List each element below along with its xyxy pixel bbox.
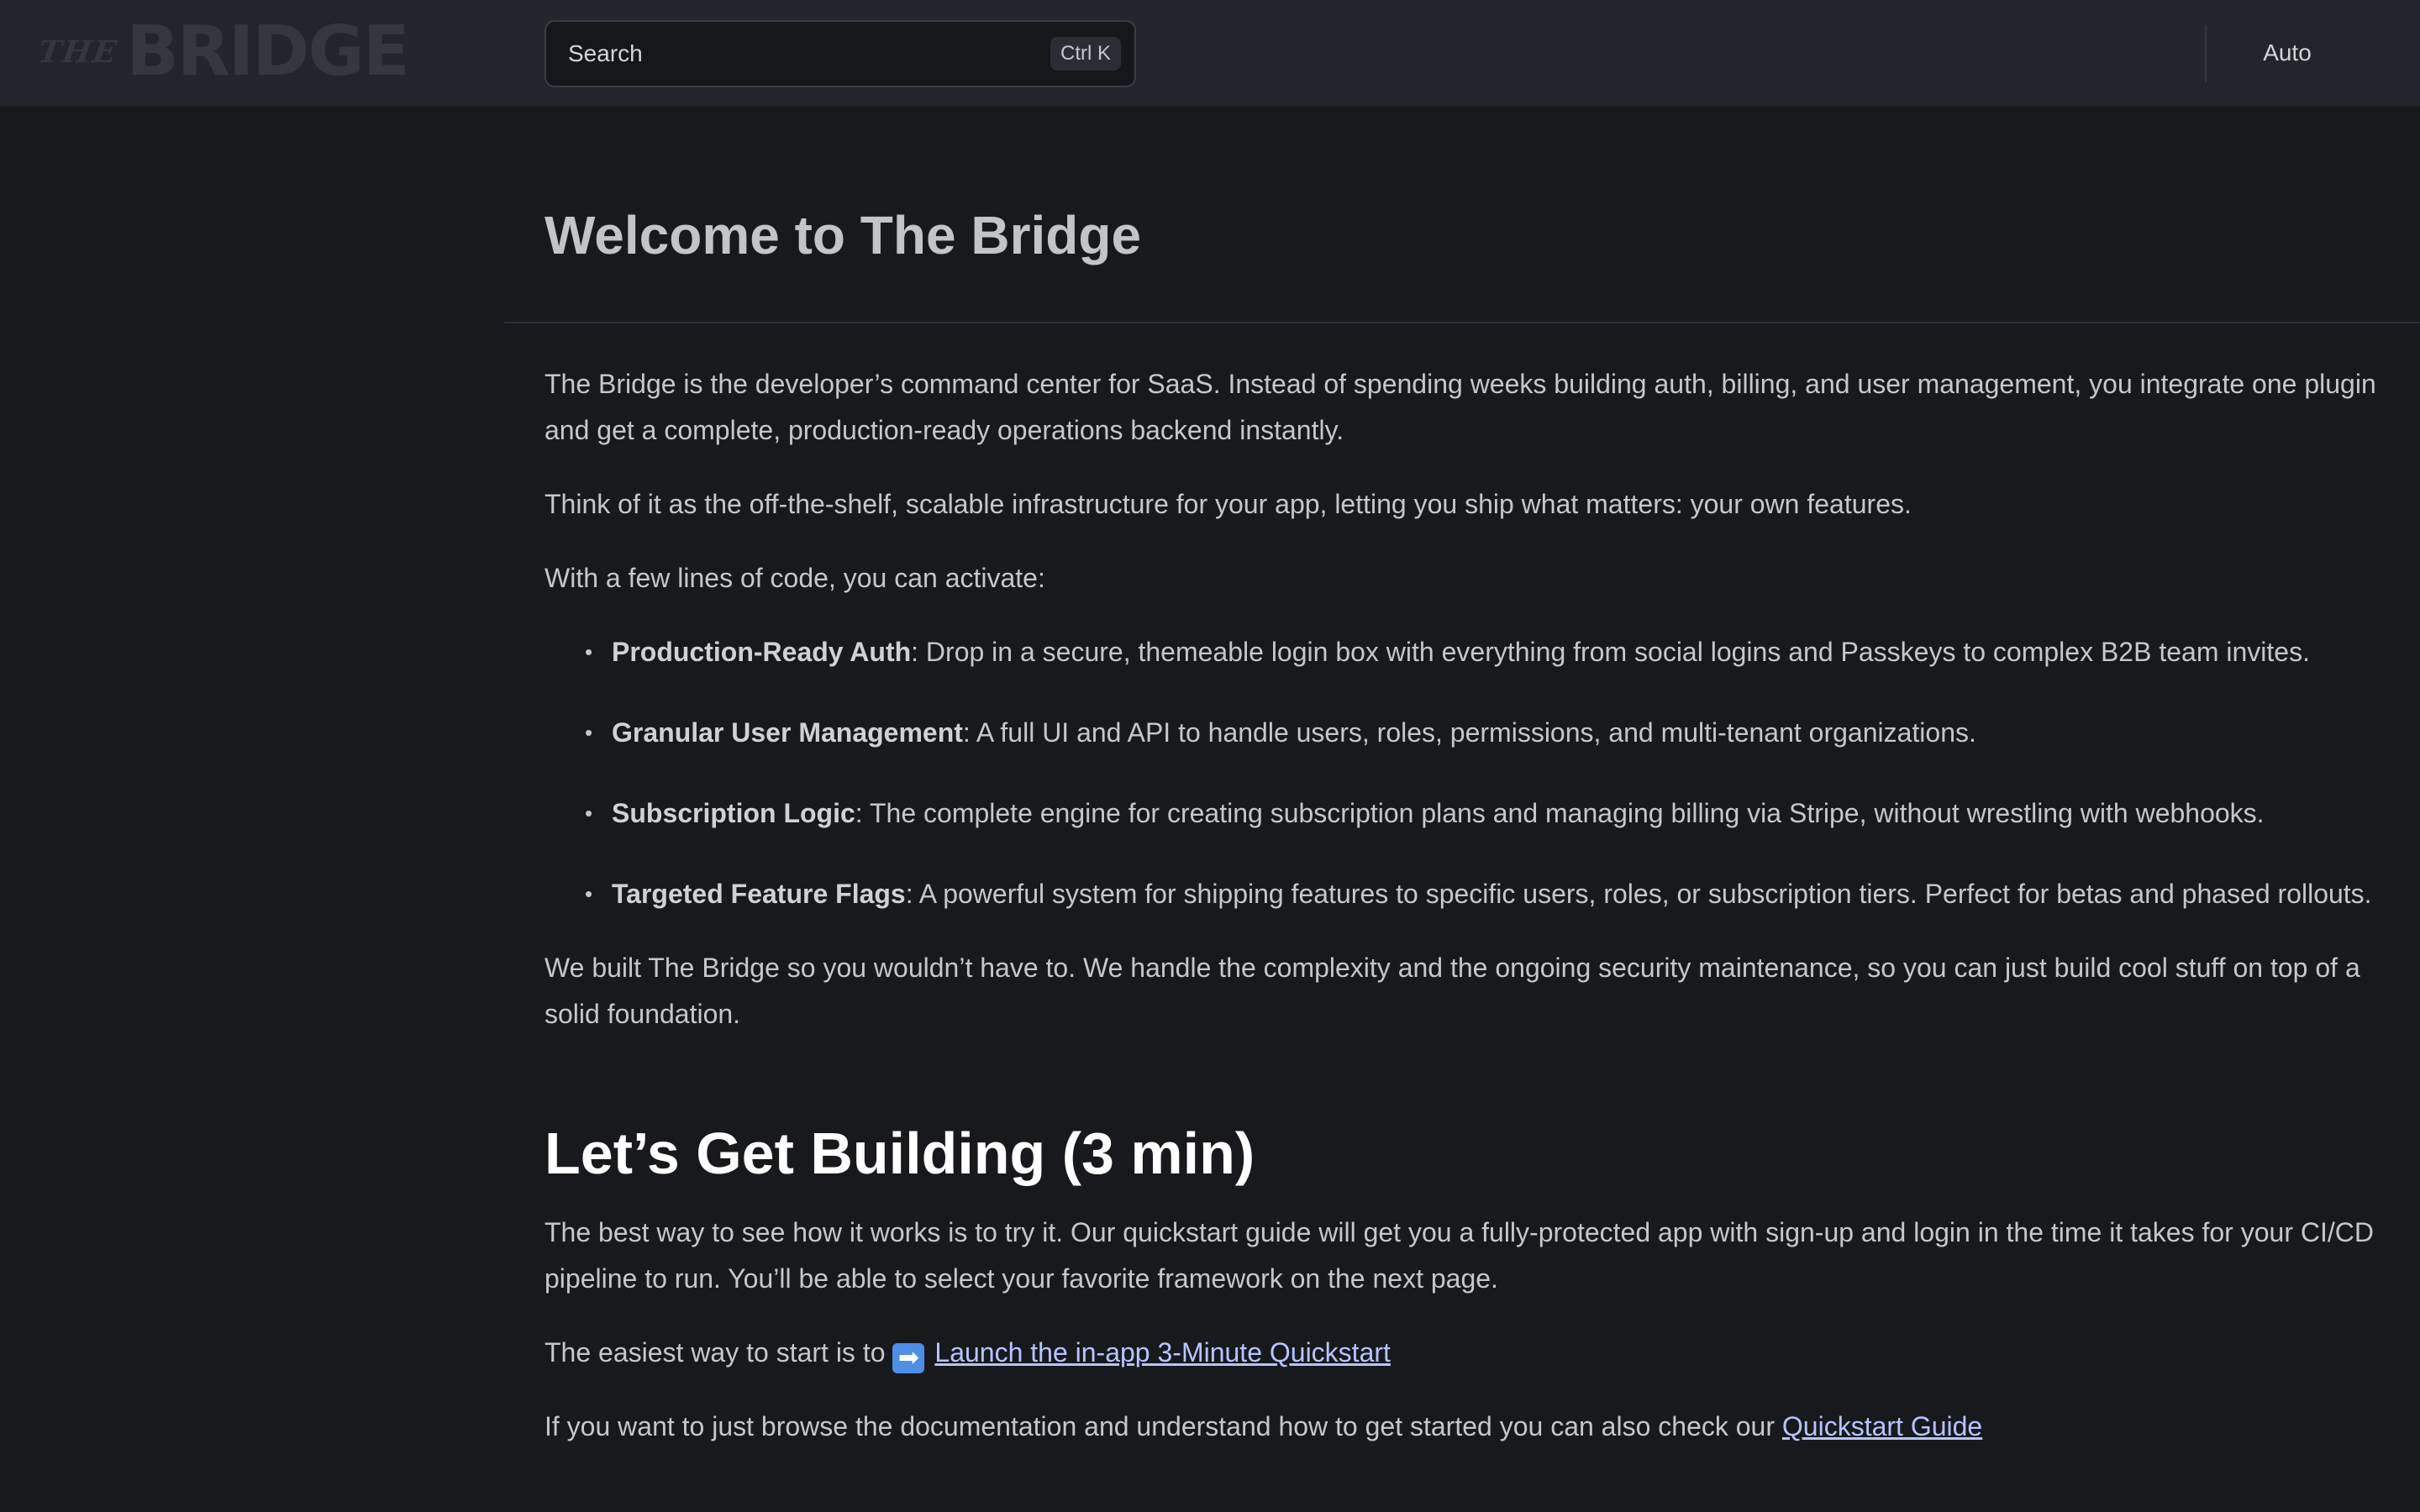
search-placeholder: Search <box>568 40 643 66</box>
launch-quickstart-link[interactable]: Launch the in-app 3-Minute Quickstart <box>934 1337 1391 1368</box>
arrow-right-icon: ➡ <box>892 1343 925 1373</box>
main-content: The Bridge is the developer’s command ce… <box>544 361 2385 1478</box>
outro-paragraph: We built The Bridge so you wouldn’t have… <box>544 953 2360 1029</box>
feature-list: Production-Ready Auth: Drop in a secure,… <box>544 629 2385 917</box>
search-box[interactable]: Search Ctrl K <box>544 20 1136 87</box>
theme-toggle-button[interactable]: Auto <box>2227 25 2348 81</box>
feature-title: Production-Ready Auth <box>612 637 912 667</box>
list-item: Subscription Logic: The complete engine … <box>585 790 2385 837</box>
feature-description: : A powerful system for shipping feature… <box>905 879 2372 909</box>
page-title: Welcome to The Bridge <box>544 205 1142 265</box>
list-item: Targeted Feature Flags: A powerful syste… <box>585 871 2385 917</box>
section2-p3-text: If you want to just browse the documenta… <box>544 1411 1782 1441</box>
section2-paragraph-2: The easiest way to start is to ➡ Launch t… <box>544 1330 2385 1376</box>
the-bridge-logo[interactable]: THE BRIDGE <box>36 12 410 92</box>
section-heading-get-building: Let’s Get Building (3 min) <box>544 1121 1255 1186</box>
title-divider <box>504 322 2420 323</box>
logo-bridge-text: BRIDGE <box>126 12 410 92</box>
intro-paragraph-3: With a few lines of code, you can activa… <box>544 563 1045 593</box>
top-navbar: THE BRIDGE Search Ctrl K Auto <box>0 0 2420 106</box>
intro-paragraph-1: The Bridge is the developer’s command ce… <box>544 369 2376 445</box>
section2-p2-text: The easiest way to start is to <box>544 1337 893 1368</box>
logo-the-text: THE <box>36 34 121 70</box>
intro-paragraph-2: Think of it as the off-the-shelf, scalab… <box>544 489 1912 519</box>
list-item: Granular User Management: A full UI and … <box>585 710 2385 756</box>
section2-paragraph-3: If you want to just browse the documenta… <box>544 1404 2385 1450</box>
feature-title: Subscription Logic <box>612 798 855 828</box>
feature-title: Granular User Management <box>612 717 963 748</box>
search-shortcut-badge: Ctrl K <box>1050 37 1121 71</box>
feature-description: : The complete engine for creating subsc… <box>855 798 2265 828</box>
section2-paragraph-1: The best way to see how it works is to t… <box>544 1217 2374 1294</box>
feature-title: Targeted Feature Flags <box>612 879 906 909</box>
navbar-divider <box>2205 25 2207 82</box>
quickstart-guide-link[interactable]: Quickstart Guide <box>1782 1411 1982 1441</box>
list-item: Production-Ready Auth: Drop in a secure,… <box>585 629 2385 675</box>
feature-description: : A full UI and API to handle users, rol… <box>962 717 1976 748</box>
feature-description: : Drop in a secure, themeable login box … <box>911 637 2310 667</box>
